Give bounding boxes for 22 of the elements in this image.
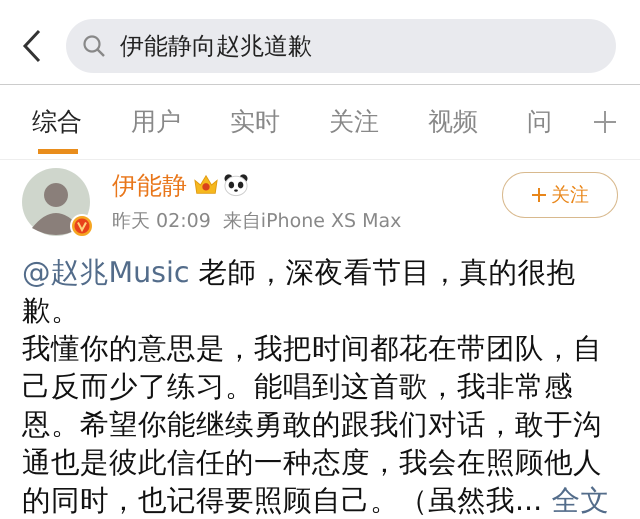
avatar[interactable] <box>22 168 90 236</box>
full-text-link[interactable]: 全文 <box>551 484 610 517</box>
tab[interactable]: 实时 <box>230 85 329 159</box>
post-time: 昨天 02:09 <box>112 209 211 234</box>
search-icon <box>82 34 106 58</box>
tab[interactable]: 问 <box>527 85 583 159</box>
mention-link[interactable]: @赵兆Music <box>22 256 190 289</box>
tab[interactable]: 关注 <box>329 85 428 159</box>
tab[interactable]: 用户 <box>131 85 230 159</box>
crown-icon <box>193 173 219 197</box>
back-icon[interactable] <box>22 29 42 63</box>
author-name[interactable]: 伊能静 <box>112 168 187 202</box>
follow-button[interactable]: 关注 <box>502 172 618 218</box>
panda-icon <box>223 173 249 197</box>
post-text: @赵兆Music 老師，深夜看节目，真的很抱歉。 <box>22 255 577 329</box>
post-source: 来自iPhone XS Max <box>222 209 402 234</box>
plus-icon <box>531 187 547 203</box>
verified-badge-icon <box>70 214 94 238</box>
add-tab-icon[interactable] <box>593 110 617 134</box>
search-field[interactable]: 伊能静向赵兆道歉 <box>66 19 616 73</box>
tab[interactable]: 视频 <box>428 85 527 159</box>
post-text: 我懂你的意思是，我把时间都花在带团队，自己反而少了练习。能唱到这首歌，我非常感恩。希望你能继续勇敢的跟我们对话，敢于沟通也是彼此信任的一种态度，我会在照顾他人的同时，也记得要照顾自己。（虽然我... 全文 <box>22 331 610 519</box>
